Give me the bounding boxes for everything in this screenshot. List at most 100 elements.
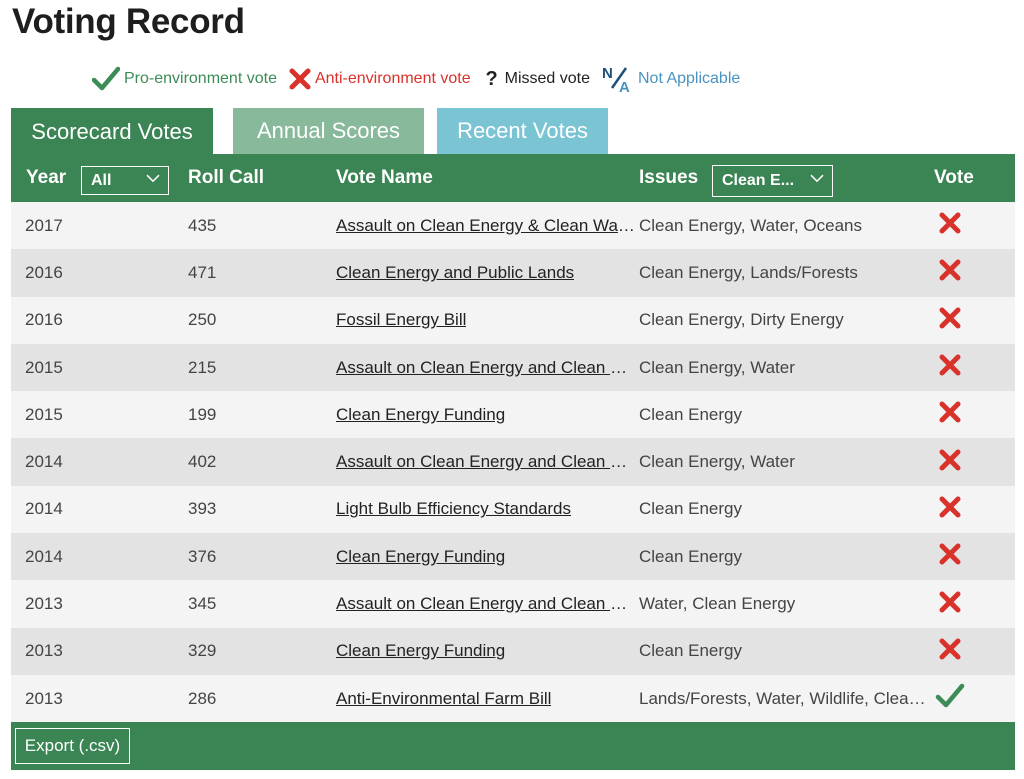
table-row: 2016 471 Clean Energy and Public Lands Clea…	[11, 249, 1015, 297]
x-mark-icon	[289, 68, 311, 90]
issues-filter-select[interactable]: Clean E...	[712, 165, 833, 197]
header-issues[interactable]: Issues	[639, 154, 698, 202]
cell-year: 2013	[25, 688, 63, 708]
table-row: 2014 376 Clean Energy Funding Clean Energy	[11, 533, 1015, 581]
cell-roll-call: 435	[188, 215, 217, 235]
cell-vote	[933, 628, 967, 675]
year-filter-value: All	[91, 171, 112, 189]
cell-year: 2014	[25, 452, 63, 472]
vote-name-link[interactable]: Clean Energy and Public Lands	[336, 263, 574, 283]
vote-name-link[interactable]: Fossil Energy Bill	[336, 310, 466, 330]
cell-issues: Clean Energy, Water	[639, 438, 937, 485]
table-body: 2017 435 Assault on Clean Energy & Clean W…	[11, 202, 1015, 723]
legend-pro-label: Pro-environment vote	[124, 70, 277, 87]
issues-text: Lands/Forests, Water, Wildlife, Clean En…	[639, 688, 931, 708]
issues-text: Clean Energy, Water, Oceans	[639, 215, 862, 235]
vote-name-link[interactable]: Assault on Clean Energy and Clean Water	[336, 358, 636, 378]
table-row: 2015 199 Clean Energy Funding Clean Energy	[11, 391, 1015, 439]
cell-issues: Clean Energy, Water	[639, 344, 937, 391]
x-mark-icon	[938, 211, 962, 240]
issues-text: Clean Energy, Water	[639, 452, 795, 472]
cell-vote-name: Clean Energy Funding	[336, 628, 636, 675]
issues-text: Clean Energy, Dirty Energy	[639, 310, 844, 330]
x-mark-icon	[938, 258, 962, 287]
year-filter-select[interactable]: All	[81, 166, 169, 195]
vote-name-link[interactable]: Assault on Clean Energy and Clean Water	[336, 452, 636, 472]
cell-vote	[933, 533, 967, 580]
tab-recent-votes[interactable]: Recent Votes	[437, 108, 608, 154]
x-mark-icon	[938, 590, 962, 619]
issues-text: Clean Energy	[639, 546, 743, 566]
cell-year: 2014	[25, 499, 63, 519]
cell-vote-name: Fossil Energy Bill	[336, 297, 636, 344]
cell-roll-call: 393	[188, 499, 217, 519]
header-year[interactable]: Year	[26, 154, 66, 202]
table-row: 2014 393 Light Bulb Efficiency Standards Cl…	[11, 485, 1015, 534]
vote-name-link[interactable]: Assault on Clean Energy and Clean Water	[336, 594, 636, 614]
cell-vote-name: Clean Energy and Public Lands	[336, 249, 636, 296]
cell-roll-call: 402	[188, 452, 217, 472]
cell-vote	[933, 202, 967, 249]
cell-roll-call: 329	[188, 641, 217, 661]
issues-filter-value: Clean E...	[722, 172, 795, 189]
legend-anti-label: Anti-environment vote	[314, 70, 471, 87]
cell-issues: Water, Clean Energy	[639, 580, 937, 627]
vote-legend: Pro-environment vote Anti-environment vo…	[92, 64, 752, 94]
x-mark-icon	[938, 306, 962, 335]
vote-name-link[interactable]: Clean Energy Funding	[336, 405, 505, 425]
x-mark-icon	[938, 353, 962, 382]
cell-year: 2017	[25, 215, 63, 235]
table-footer: Export (.csv)	[11, 722, 1015, 771]
checkmark-icon	[935, 682, 965, 715]
cell-year: 2014	[25, 546, 63, 566]
header-roll-call[interactable]: Roll Call	[188, 154, 264, 202]
cell-year: 2013	[25, 641, 63, 661]
legend-missed: ? Missed vote	[483, 68, 590, 91]
cell-issues: Clean Energy, Lands/Forests	[639, 249, 937, 296]
cell-year: 2015	[25, 404, 63, 424]
cell-vote	[933, 344, 967, 391]
legend-pro: Pro-environment vote	[92, 66, 277, 92]
cell-vote	[933, 675, 967, 722]
header-vote[interactable]: Vote	[934, 154, 974, 202]
tab-scorecard-votes[interactable]: Scorecard Votes	[11, 108, 213, 156]
page-title: Voting Record	[12, 2, 245, 41]
x-mark-icon	[938, 637, 962, 666]
cell-roll-call: 199	[188, 404, 217, 424]
issues-text: Clean Energy	[639, 404, 743, 424]
cell-vote-name: Light Bulb Efficiency Standards	[336, 486, 636, 533]
cell-roll-call: 471	[188, 262, 217, 282]
question-mark-icon: ?	[485, 67, 498, 90]
voting-table: Year All Roll Call Vote Name Issues Clea…	[11, 154, 1015, 771]
vote-name-link[interactable]: Assault on Clean Energy & Clean Water	[336, 216, 636, 236]
tab-annual-scores[interactable]: Annual Scores	[233, 108, 424, 154]
svg-text:N: N	[602, 65, 613, 82]
cell-issues: Clean Energy	[639, 533, 937, 580]
cell-vote-name: Anti-Environmental Farm Bill	[336, 675, 636, 722]
cell-issues: Clean Energy	[639, 391, 937, 438]
legend-na: NA Not Applicable	[602, 64, 740, 94]
table-row: 2017 435 Assault on Clean Energy & Clean W…	[11, 202, 1015, 250]
cell-vote-name: Clean Energy Funding	[336, 533, 636, 580]
cell-vote-name: Assault on Clean Energy and Clean Water	[336, 344, 636, 391]
cell-issues: Lands/Forests, Water, Wildlife, Clean En…	[639, 675, 937, 722]
vote-name-link[interactable]: Light Bulb Efficiency Standards	[336, 499, 571, 519]
chevron-down-icon	[810, 170, 824, 188]
cell-roll-call: 215	[188, 357, 217, 377]
cell-issues: Clean Energy, Water, Oceans	[639, 202, 937, 249]
svg-text:A: A	[619, 79, 630, 94]
table-row: 2013 286 Anti-Environmental Farm Bill Lands…	[11, 674, 1015, 723]
chevron-down-icon	[146, 170, 160, 188]
export-csv-button[interactable]: Export (.csv)	[15, 728, 130, 765]
cell-vote	[933, 486, 967, 533]
vote-name-link[interactable]: Anti-Environmental Farm Bill	[336, 689, 551, 709]
vote-name-link[interactable]: Clean Energy Funding	[336, 641, 505, 661]
x-mark-icon	[938, 448, 962, 477]
x-mark-icon	[938, 495, 962, 524]
table-row: 2013 329 Clean Energy Funding Clean Energy	[11, 627, 1015, 675]
table-header: Year All Roll Call Vote Name Issues Clea…	[11, 154, 1015, 202]
vote-name-link[interactable]: Clean Energy Funding	[336, 547, 505, 567]
cell-issues: Clean Energy	[639, 486, 937, 533]
header-vote-name[interactable]: Vote Name	[336, 154, 433, 202]
cell-year: 2016	[25, 262, 63, 282]
